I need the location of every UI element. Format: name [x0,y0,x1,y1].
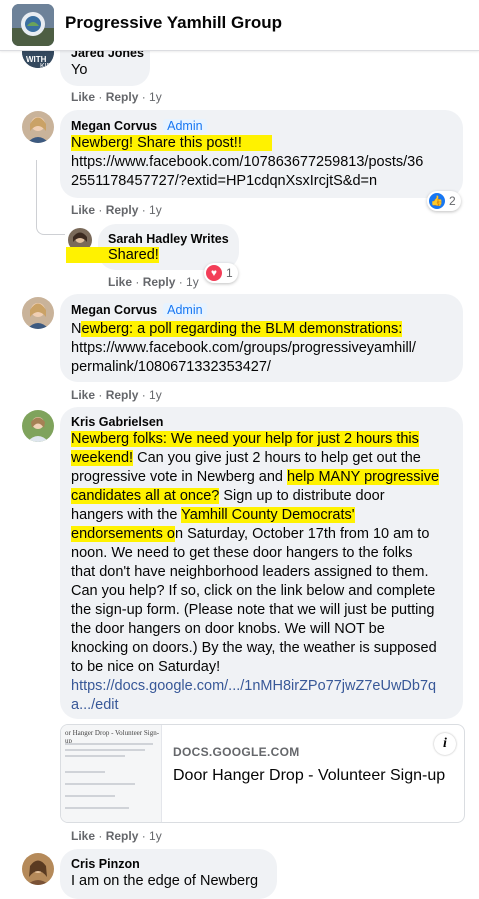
comment-actions: Like · Reply · 1y [71,388,162,402]
post-link[interactable]: https://www.facebook.com/groups/progress… [71,339,416,358]
comment-author[interactable]: Sarah Hadley Writes [108,232,229,246]
admin-badge: Admin [163,303,207,317]
comment-time[interactable]: 1y [149,203,162,217]
comment-text: Newberg: a poll regarding the BLM demons… [71,321,416,377]
reply-link[interactable]: Reply [106,203,139,217]
comment-text: Newberg! Share this post!! https://www.f… [71,135,424,191]
reply-link[interactable]: Reply [106,829,139,843]
comment-text: Shared! [66,246,159,265]
reaction-count[interactable]: ♥ 1 [204,263,238,283]
like-link[interactable]: Like [71,388,95,402]
comment-author[interactable]: Megan Corvus Admin [71,119,207,133]
group-header: Progressive Yamhill Group [0,0,479,51]
like-link[interactable]: Like [108,275,132,289]
comment-text: I am on the edge of Newberg [71,873,259,889]
comment-author[interactable]: Cris Pinzon [71,857,140,871]
comment-text: Yo [71,62,88,78]
post-link[interactable]: 2551178457727/?extid=HP1cdqnXsxIrcjtS&d=… [71,172,423,191]
reply-link[interactable]: Reply [106,90,139,104]
comment-author[interactable]: Kris Gabrielsen [71,415,163,429]
avatar[interactable] [22,111,54,143]
comment-actions: Like · Reply · 1y [71,829,162,843]
comment-time[interactable]: 1y [149,90,162,104]
avatar[interactable] [22,297,54,329]
admin-badge: Admin [163,119,207,133]
reaction-count[interactable]: 👍 2 [427,191,461,211]
post-link[interactable]: https://www.facebook.com/107863677259813… [71,153,423,172]
post-link[interactable]: permalink/1080671332353427/ [71,358,416,377]
group-title[interactable]: Progressive Yamhill Group [65,13,282,33]
reply-link[interactable]: Reply [143,275,176,289]
preview-domain: DOCS.GOOGLE.COM [173,745,300,759]
docs-link[interactable]: https://docs.google.com/.../1nMH8irZPo77… [71,677,439,696]
preview-thumbnail: or Hanger Drop - Volunteer Sign-up [61,725,162,822]
reply-link[interactable]: Reply [106,388,139,402]
preview-title[interactable]: Door Hanger Drop - Volunteer Sign-up [173,765,463,786]
like-icon: 👍 [429,193,445,209]
docs-link[interactable]: a.../edit [71,696,439,715]
avatar[interactable] [22,410,54,442]
comment-time[interactable]: 1y [149,388,162,402]
like-link[interactable]: Like [71,90,95,104]
comment-actions: Like · Reply · 1y [71,90,162,104]
like-link[interactable]: Like [71,203,95,217]
comment-text: Newberg folks: We need your help for jus… [71,431,440,715]
comment-time[interactable]: 1y [149,829,162,843]
svg-text:KIDS: KIDS [40,63,54,68]
info-icon[interactable]: i [434,733,456,755]
comment-time[interactable]: 1y [186,275,199,289]
comment-author[interactable]: Megan Corvus Admin [71,303,207,317]
comment-actions: Like · Reply · 1y [71,203,162,217]
link-preview-card[interactable]: or Hanger Drop - Volunteer Sign-up DOCS.… [60,724,465,823]
heart-icon: ♥ [206,265,222,281]
like-link[interactable]: Like [71,829,95,843]
group-avatar[interactable] [12,4,54,46]
comment-actions: Like · Reply · 1y [108,275,199,289]
avatar[interactable] [22,853,54,885]
